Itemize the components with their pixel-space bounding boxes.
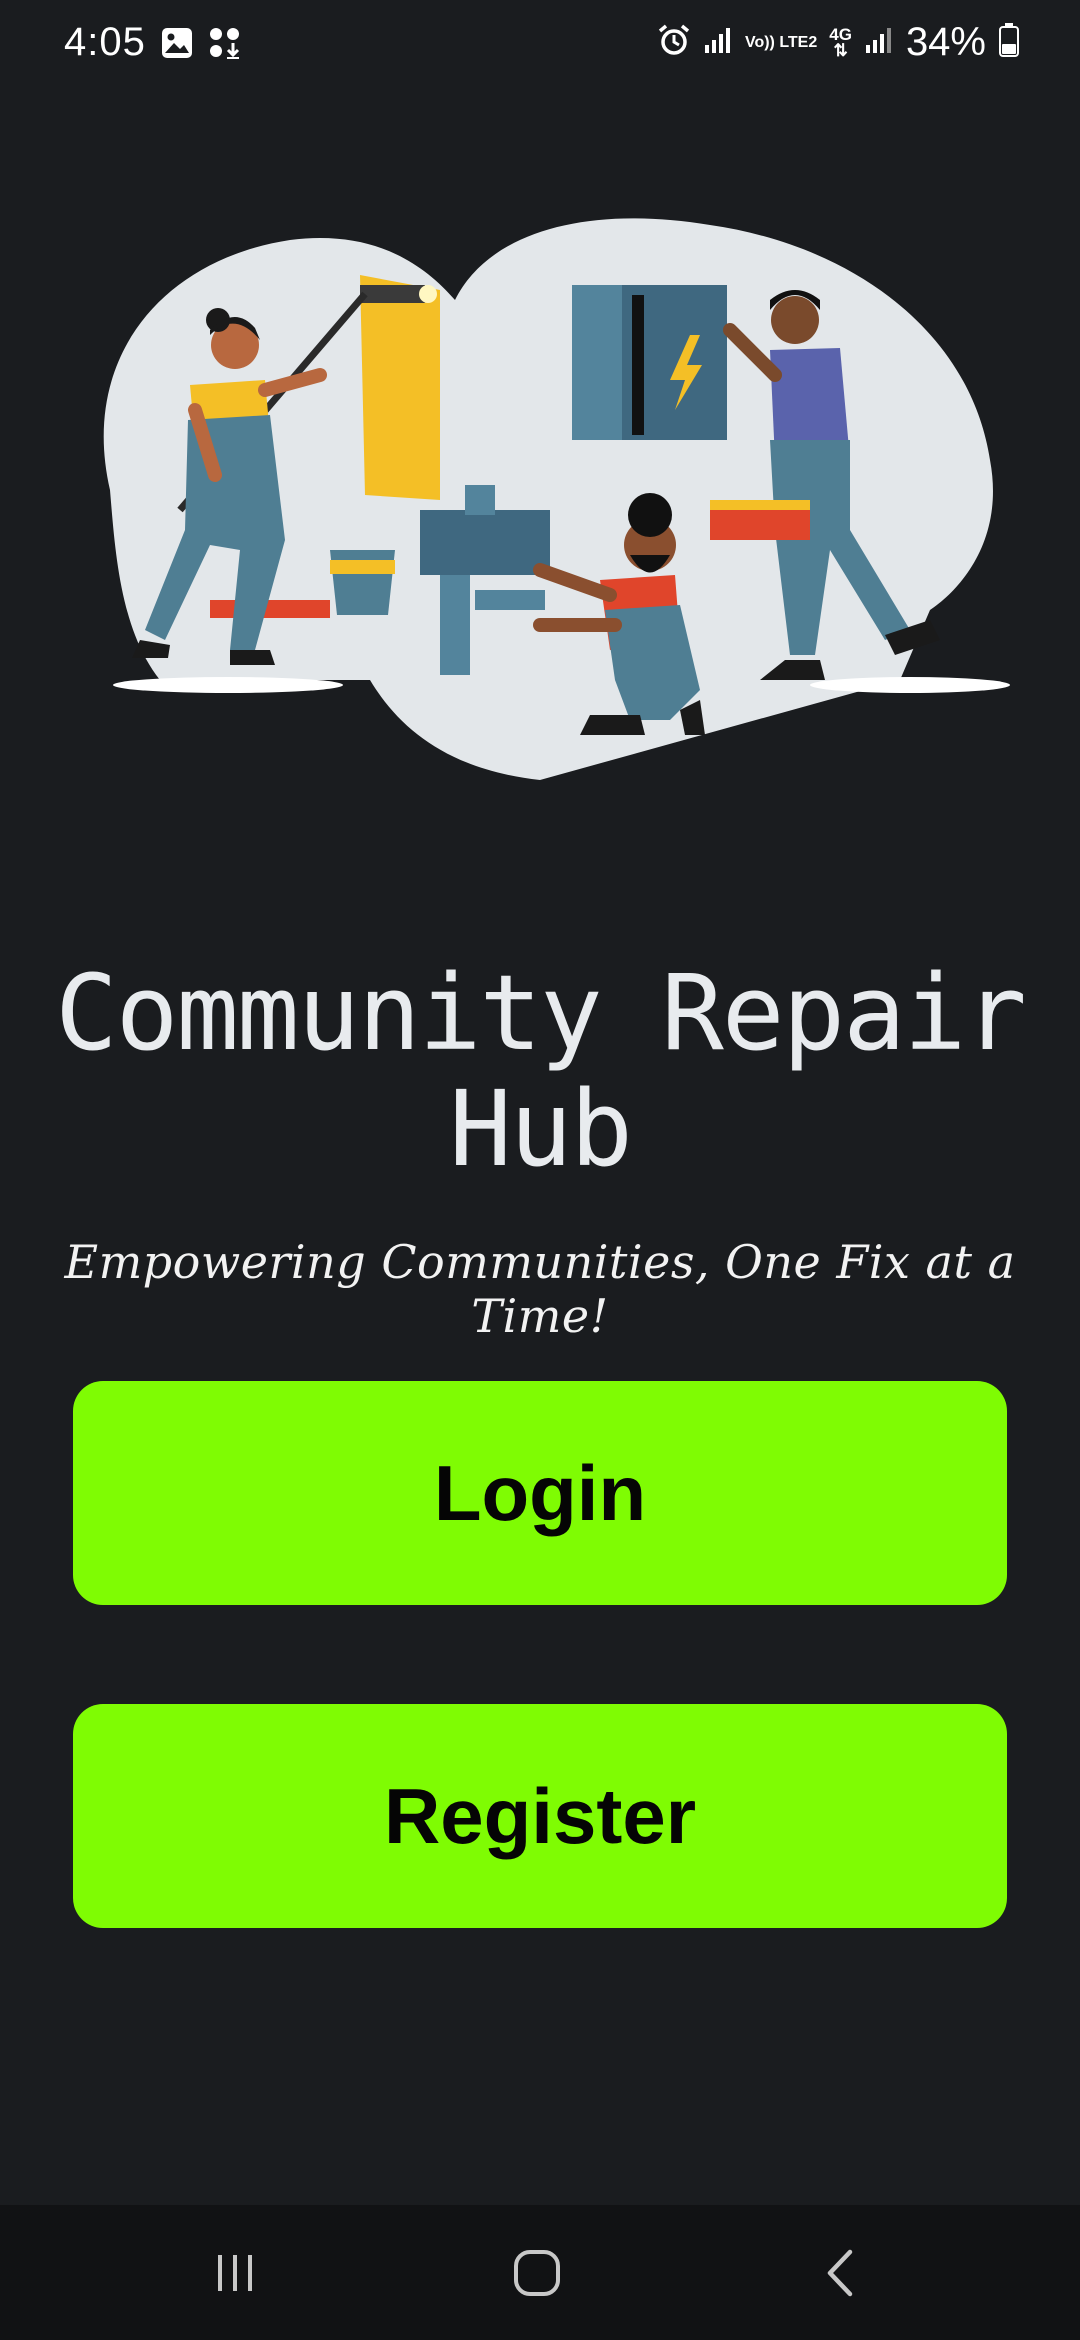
battery-icon: [998, 22, 1020, 63]
battery-percent: 34%: [905, 20, 986, 64]
gallery-icon: [160, 26, 194, 65]
signal-icon-2: [864, 25, 894, 60]
status-time: 4:05: [64, 20, 146, 64]
alarm-icon: [657, 23, 691, 62]
app-title: Community Repair Hub: [55, 952, 1027, 1190]
register-button[interactable]: Register: [73, 1704, 1007, 1928]
back-button[interactable]: [806, 2240, 876, 2310]
home-button[interactable]: [502, 2240, 572, 2310]
app-screen: 4:05 Vo)) LTE2 4G ⇅ 34% Community Repair…: [0, 0, 1080, 2340]
app-grid-download-icon: [208, 26, 242, 65]
status-left-icons: [160, 26, 242, 65]
login-button[interactable]: Login: [73, 1381, 1007, 1605]
recents-icon: [212, 2250, 258, 2301]
status-bar: 4:05 Vo)) LTE2 4G ⇅ 34%: [0, 0, 1080, 90]
recents-button[interactable]: [200, 2240, 270, 2310]
signal-icon: [703, 25, 733, 60]
status-right-icons: Vo)) LTE2 4G ⇅ 34%: [657, 20, 1020, 65]
data-arrows-icon: ⇅: [833, 40, 848, 60]
4g-data-icon: 4G ⇅: [829, 26, 852, 60]
volte-lte2-icon: Vo)) LTE2: [744, 34, 818, 51]
system-nav-bar: [0, 2205, 1080, 2340]
repair-workers-illustration: [70, 210, 1010, 781]
login-button-label: Login: [433, 1448, 647, 1537]
home-icon: [512, 2248, 562, 2303]
back-icon: [818, 2248, 864, 2303]
register-button-label: Register: [383, 1771, 697, 1860]
app-tagline: Empowering Communities, One Fix at a Tim…: [64, 1235, 1016, 1343]
